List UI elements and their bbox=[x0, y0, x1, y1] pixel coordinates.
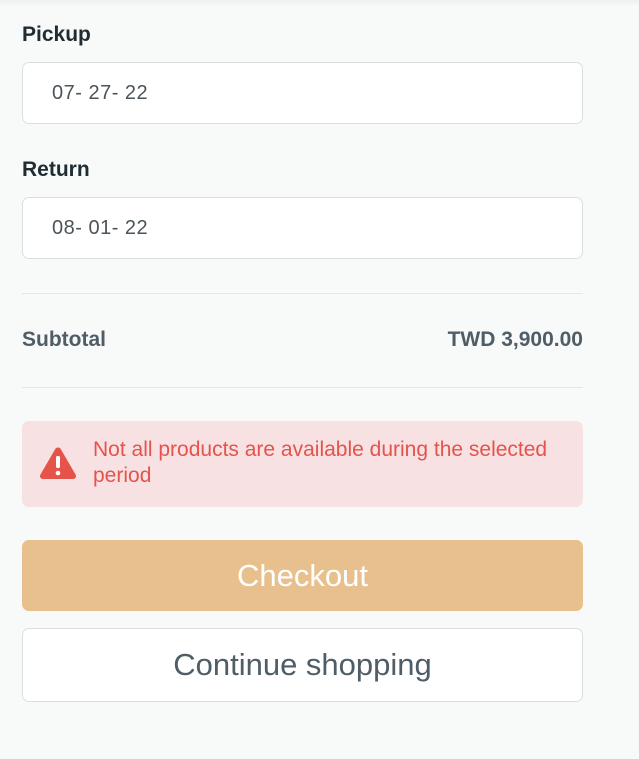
divider-bottom bbox=[22, 387, 583, 388]
divider-top bbox=[22, 293, 583, 294]
return-date-field[interactable]: 08- 01- 22 bbox=[22, 197, 583, 259]
availability-alert: Not all products are available during th… bbox=[22, 421, 583, 507]
return-label: Return bbox=[22, 158, 90, 181]
subtotal-value: TWD 3,900.00 bbox=[447, 328, 583, 351]
warning-triangle-icon bbox=[39, 447, 77, 479]
subtotal-label: Subtotal bbox=[22, 328, 106, 351]
alert-message: Not all products are available during th… bbox=[93, 438, 548, 487]
pickup-label: Pickup bbox=[22, 23, 91, 46]
top-edge-shadow bbox=[0, 0, 639, 6]
return-date-value: 08- 01- 22 bbox=[52, 217, 149, 239]
checkout-button[interactable]: Checkout bbox=[22, 540, 583, 611]
continue-shopping-button[interactable]: Continue shopping bbox=[22, 628, 583, 702]
pickup-date-value: 07- 27- 22 bbox=[52, 82, 149, 104]
pickup-date-field[interactable]: 07- 27- 22 bbox=[22, 62, 583, 124]
